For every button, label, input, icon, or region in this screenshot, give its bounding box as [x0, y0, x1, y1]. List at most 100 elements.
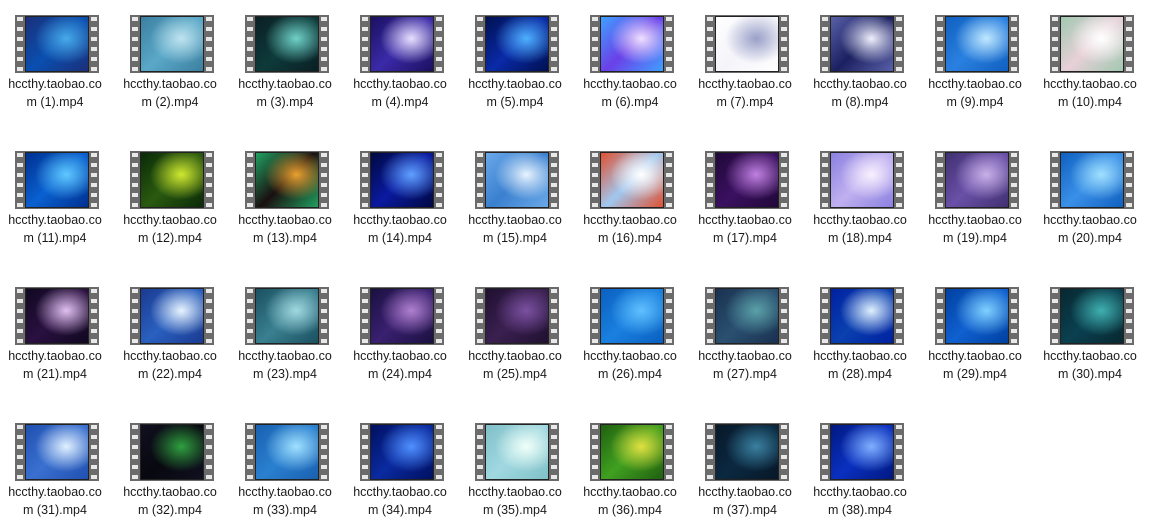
video-thumbnail-frame [945, 16, 1009, 72]
video-file-icon [935, 287, 1019, 345]
video-file-icon [935, 15, 1019, 73]
film-sprocket-strip [821, 153, 829, 207]
video-file-icon [130, 15, 214, 73]
file-item[interactable]: hccthy.taobao.com (10).mp4 [1040, 0, 1140, 118]
video-thumbnail-frame [255, 152, 319, 208]
file-item[interactable]: hccthy.taobao.com (24).mp4 [350, 272, 450, 390]
file-item[interactable]: hccthy.taobao.com (34).mp4 [350, 408, 450, 526]
file-name-label: hccthy.taobao.com (5).mp4 [468, 77, 562, 109]
video-file-icon [245, 423, 329, 481]
video-file-icon [935, 151, 1019, 209]
video-thumbnail-frame [140, 424, 204, 480]
file-item[interactable]: hccthy.taobao.com (35).mp4 [465, 408, 565, 526]
file-name-label: hccthy.taobao.com (10).mp4 [1043, 77, 1137, 109]
video-thumbnail-frame [600, 288, 664, 344]
file-item[interactable]: hccthy.taobao.com (9).mp4 [925, 0, 1025, 118]
film-sprocket-strip [665, 289, 673, 343]
file-item[interactable]: hccthy.taobao.com (13).mp4 [235, 136, 335, 254]
file-item[interactable]: hccthy.taobao.com (14).mp4 [350, 136, 450, 254]
video-thumbnail-frame [140, 288, 204, 344]
file-item[interactable]: hccthy.taobao.com (7).mp4 [695, 0, 795, 118]
file-item[interactable]: hccthy.taobao.com (23).mp4 [235, 272, 335, 390]
film-sprocket-strip [205, 17, 213, 71]
film-sprocket-strip [90, 153, 98, 207]
video-file-icon [360, 151, 444, 209]
film-sprocket-strip [1051, 289, 1059, 343]
file-item[interactable]: hccthy.taobao.com (33).mp4 [235, 408, 335, 526]
film-sprocket-strip [821, 17, 829, 71]
film-sprocket-strip [16, 289, 24, 343]
file-item[interactable]: hccthy.taobao.com (19).mp4 [925, 136, 1025, 254]
video-thumbnail-frame [255, 424, 319, 480]
video-file-icon [245, 15, 329, 73]
video-thumbnail-frame [715, 288, 779, 344]
video-file-icon [360, 423, 444, 481]
file-item[interactable]: hccthy.taobao.com (37).mp4 [695, 408, 795, 526]
film-sprocket-strip [665, 425, 673, 479]
file-item[interactable]: hccthy.taobao.com (32).mp4 [120, 408, 220, 526]
file-name-label: hccthy.taobao.com (14).mp4 [353, 213, 447, 245]
file-item[interactable]: hccthy.taobao.com (26).mp4 [580, 272, 680, 390]
file-item[interactable]: hccthy.taobao.com (2).mp4 [120, 0, 220, 118]
film-sprocket-strip [780, 425, 788, 479]
film-sprocket-strip [361, 153, 369, 207]
film-sprocket-strip [936, 153, 944, 207]
video-thumbnail-frame [370, 152, 434, 208]
film-sprocket-strip [320, 425, 328, 479]
file-item[interactable]: hccthy.taobao.com (29).mp4 [925, 272, 1025, 390]
file-item[interactable]: hccthy.taobao.com (1).mp4 [5, 0, 105, 118]
film-sprocket-strip [895, 425, 903, 479]
video-thumbnail-frame [255, 16, 319, 72]
film-sprocket-strip [361, 425, 369, 479]
file-item[interactable]: hccthy.taobao.com (5).mp4 [465, 0, 565, 118]
film-sprocket-strip [706, 153, 714, 207]
film-sprocket-strip [320, 289, 328, 343]
film-sprocket-strip [665, 153, 673, 207]
file-item[interactable]: hccthy.taobao.com (17).mp4 [695, 136, 795, 254]
video-file-icon [705, 15, 789, 73]
file-item[interactable]: hccthy.taobao.com (36).mp4 [580, 408, 680, 526]
file-item[interactable]: hccthy.taobao.com (31).mp4 [5, 408, 105, 526]
video-file-icon [360, 15, 444, 73]
file-name-label: hccthy.taobao.com (3).mp4 [238, 77, 332, 109]
file-item[interactable]: hccthy.taobao.com (38).mp4 [810, 408, 910, 526]
video-file-icon [705, 151, 789, 209]
video-thumbnail-frame [945, 152, 1009, 208]
file-item[interactable]: hccthy.taobao.com (11).mp4 [5, 136, 105, 254]
video-file-icon [1050, 15, 1134, 73]
file-name-label: hccthy.taobao.com (21).mp4 [8, 349, 102, 381]
video-thumbnail-frame [1060, 288, 1124, 344]
file-item[interactable]: hccthy.taobao.com (28).mp4 [810, 272, 910, 390]
file-item[interactable]: hccthy.taobao.com (21).mp4 [5, 272, 105, 390]
file-item[interactable]: hccthy.taobao.com (12).mp4 [120, 136, 220, 254]
video-thumbnail-frame [370, 288, 434, 344]
film-sprocket-strip [706, 425, 714, 479]
file-item[interactable]: hccthy.taobao.com (27).mp4 [695, 272, 795, 390]
file-item[interactable]: hccthy.taobao.com (15).mp4 [465, 136, 565, 254]
video-file-icon [475, 287, 559, 345]
file-item[interactable]: hccthy.taobao.com (3).mp4 [235, 0, 335, 118]
file-item[interactable]: hccthy.taobao.com (18).mp4 [810, 136, 910, 254]
video-file-icon [475, 151, 559, 209]
file-item[interactable]: hccthy.taobao.com (4).mp4 [350, 0, 450, 118]
file-name-label: hccthy.taobao.com (29).mp4 [928, 349, 1022, 381]
file-item[interactable]: hccthy.taobao.com (16).mp4 [580, 136, 680, 254]
video-file-icon [475, 15, 559, 73]
film-sprocket-strip [550, 153, 558, 207]
video-file-icon [130, 287, 214, 345]
film-sprocket-strip [246, 153, 254, 207]
film-sprocket-strip [131, 153, 139, 207]
file-item[interactable]: hccthy.taobao.com (8).mp4 [810, 0, 910, 118]
file-item[interactable]: hccthy.taobao.com (22).mp4 [120, 272, 220, 390]
file-name-label: hccthy.taobao.com (4).mp4 [353, 77, 447, 109]
film-sprocket-strip [780, 17, 788, 71]
file-item[interactable]: hccthy.taobao.com (6).mp4 [580, 0, 680, 118]
film-sprocket-strip [895, 17, 903, 71]
file-item[interactable]: hccthy.taobao.com (20).mp4 [1040, 136, 1140, 254]
file-name-label: hccthy.taobao.com (34).mp4 [353, 485, 447, 517]
file-item[interactable]: hccthy.taobao.com (25).mp4 [465, 272, 565, 390]
file-item[interactable]: hccthy.taobao.com (30).mp4 [1040, 272, 1140, 390]
film-sprocket-strip [895, 153, 903, 207]
file-name-label: hccthy.taobao.com (13).mp4 [238, 213, 332, 245]
file-name-label: hccthy.taobao.com (7).mp4 [698, 77, 792, 109]
